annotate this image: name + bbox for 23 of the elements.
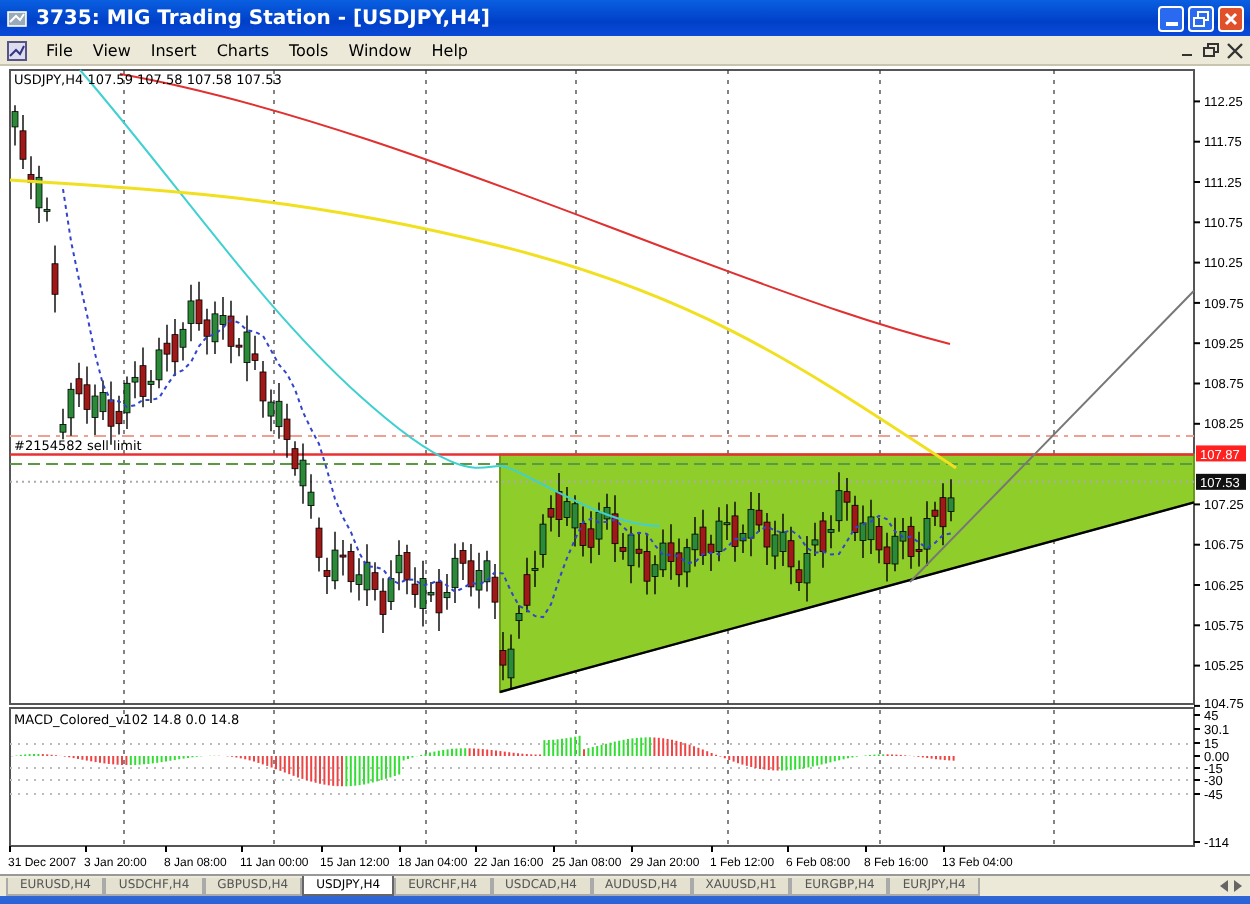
trend-line[interactable] [499,501,1195,694]
restore-icon [1190,7,1212,29]
minimize-button[interactable] [1158,5,1184,31]
triangle-pattern[interactable] [499,453,1195,694]
menu-item[interactable]: Window [338,41,422,59]
menu-item[interactable]: Tools [278,41,339,59]
restore-icon[interactable] [1202,41,1220,59]
menu-item[interactable]: Insert [140,41,207,59]
close-icon[interactable] [1226,41,1244,59]
menu-item[interactable]: File [36,41,83,59]
minimize-icon [1165,21,1177,25]
scroll-left-icon[interactable] [1220,880,1228,892]
scroll-right-icon[interactable] [1234,880,1242,892]
menu-item[interactable]: Help [421,41,478,59]
chart-icon[interactable] [6,39,28,61]
window-title: 3735: MIG Trading Station - [USDJPY,H4] [36,7,492,29]
trend-line[interactable] [909,289,1195,583]
close-button[interactable] [1218,5,1244,31]
menu-item[interactable]: View [82,41,141,59]
close-icon [1220,7,1242,29]
menu-item[interactable]: Charts [206,41,279,59]
restore-button[interactable] [1188,5,1214,31]
app-icon [6,7,28,29]
